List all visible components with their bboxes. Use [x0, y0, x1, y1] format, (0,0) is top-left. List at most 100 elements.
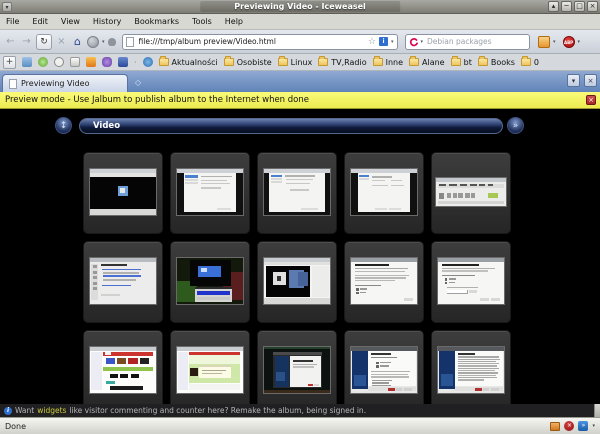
thumbnail-image: [438, 347, 504, 393]
title-bar[interactable]: ▾ Previewing Video - Iceweasel ▴ ─ □ ×: [0, 0, 600, 14]
thumbnail-image: [90, 169, 156, 215]
status-caret-icon[interactable]: ▾: [592, 423, 595, 429]
thumbnail-media-player-logo[interactable]: [83, 152, 163, 234]
extension-circle-icon[interactable]: [87, 36, 99, 48]
thumbnail-image: [351, 347, 417, 393]
search-input[interactable]: [425, 36, 526, 47]
album-up-button[interactable]: ↕: [55, 117, 72, 134]
status-adblock-icon[interactable]: ×: [564, 421, 574, 431]
bookmark-folder-aktualnosci[interactable]: Aktualności: [159, 58, 218, 67]
home-button[interactable]: ⌂: [71, 35, 84, 48]
stop-button[interactable]: ×: [55, 36, 68, 47]
extension-paw-icon[interactable]: [108, 38, 116, 46]
back-button[interactable]: ←: [4, 36, 17, 47]
adblock-caret-icon[interactable]: ▾: [578, 39, 581, 45]
tab-previewing-video[interactable]: Previewing Video: [2, 74, 128, 92]
globe-bookmark-icon[interactable]: [143, 57, 153, 67]
thumbnail-installer-wizard-1[interactable]: [344, 330, 424, 404]
thumbnail-toolbar-window[interactable]: [431, 152, 511, 234]
document-bookmark-icon[interactable]: [70, 57, 80, 67]
bookmark-folder-osobiste[interactable]: Osobiste: [224, 58, 272, 67]
bookmark-folder-linux[interactable]: Linux: [278, 58, 313, 67]
url-bar[interactable]: ☆ i ▾: [122, 34, 398, 50]
status-note-icon[interactable]: [550, 422, 560, 431]
menu-edit[interactable]: Edit: [32, 17, 48, 26]
widgets-link[interactable]: widgets: [37, 406, 66, 415]
tab-bar: Previewing Video ◇ ▾ ×: [0, 71, 600, 92]
menu-bookmarks[interactable]: Bookmarks: [134, 17, 179, 26]
bookmarks-separator: ·: [134, 58, 137, 67]
menu-help[interactable]: Help: [225, 17, 243, 26]
status-extension-icon[interactable]: »: [578, 421, 588, 431]
url-input[interactable]: [137, 36, 365, 47]
search-bar[interactable]: ▾: [405, 34, 531, 50]
menu-history[interactable]: History: [93, 17, 121, 26]
thumbnail-image: [351, 169, 417, 215]
orange-bookmark-icon[interactable]: [86, 57, 96, 67]
tab-page-icon: [9, 79, 17, 89]
thumbnail-cd-player-window[interactable]: [257, 241, 337, 323]
window-menu-icon[interactable]: ▾: [2, 2, 12, 12]
reload-button[interactable]: ↻: [36, 34, 52, 50]
bookmark-folder-0[interactable]: 0: [521, 58, 539, 67]
thumbnail-image: [177, 258, 243, 304]
bookmark-star-icon[interactable]: ☆: [368, 37, 376, 47]
close-tab-button[interactable]: ×: [584, 74, 597, 87]
extension-caret-icon[interactable]: ▾: [102, 39, 105, 45]
thumbnail-settings-dialog-2[interactable]: [257, 152, 337, 234]
album-title-bar: Video: [79, 118, 503, 134]
info-badge-icon[interactable]: i: [379, 37, 388, 46]
menu-view[interactable]: View: [61, 17, 80, 26]
thumbnail-installer-dark-desktop[interactable]: [257, 330, 337, 404]
thumbnail-wizard-options[interactable]: [431, 241, 511, 323]
thumbnail-xine-player-desktop[interactable]: [170, 241, 250, 323]
thumbnail-options-dialog[interactable]: [83, 241, 163, 323]
thumbnail-webstore-page[interactable]: [83, 330, 163, 404]
thumbnail-installer-wizard-2[interactable]: [431, 330, 511, 404]
folder-icon: [373, 58, 383, 66]
minimize-button[interactable]: ─: [561, 1, 572, 12]
thumbnail-image: [438, 258, 504, 304]
thumbnail-webstore-popup-page[interactable]: [170, 330, 250, 404]
scrollbar-corner[interactable]: [594, 404, 600, 417]
purple-bookmark-icon[interactable]: [102, 57, 112, 67]
photo-bookmark-icon[interactable]: [22, 57, 32, 67]
notes-caret-icon[interactable]: ▾: [553, 39, 556, 45]
close-button[interactable]: ×: [587, 1, 598, 12]
debian-swirl-icon[interactable]: [409, 37, 419, 47]
bookmark-folder-tvradio[interactable]: TV,Radio: [318, 58, 366, 67]
menu-file[interactable]: File: [6, 17, 19, 26]
forward-button[interactable]: →: [20, 36, 33, 47]
folder-icon: [278, 58, 288, 66]
green-star-bookmark-icon[interactable]: [38, 57, 48, 67]
promo-text-prefix: Want: [15, 406, 34, 415]
clock-bookmark-icon[interactable]: [54, 57, 64, 67]
maximize-button[interactable]: □: [574, 1, 585, 12]
shade-button[interactable]: ▴: [548, 1, 559, 12]
bookmarks-toolbar: + · Aktualności Osobiste Linux TV,Radio …: [0, 54, 600, 71]
thumbnail-settings-dialog-1[interactable]: [170, 152, 250, 234]
bookmark-folder-alane[interactable]: Alane: [409, 58, 445, 67]
notification-close-button[interactable]: ×: [586, 95, 596, 105]
add-bookmark-button[interactable]: +: [3, 56, 16, 69]
folder-icon: [451, 58, 461, 66]
bookmark-folder-books[interactable]: Books: [478, 58, 515, 67]
album-preview-content: ↕ Video »: [0, 109, 600, 404]
promo-text-suffix: like visitor commenting and counter here…: [69, 406, 366, 415]
album-next-button[interactable]: »: [507, 117, 524, 134]
menu-tools[interactable]: Tools: [192, 17, 212, 26]
adblock-plus-icon[interactable]: ABP: [563, 36, 575, 48]
notes-extension-icon[interactable]: [538, 36, 550, 48]
thumbnail-image: [90, 258, 156, 304]
thumbnail-image: [351, 258, 417, 304]
bookmark-folder-bt[interactable]: bt: [451, 58, 472, 67]
folder-icon: [478, 58, 488, 66]
search-engine-caret-icon[interactable]: ▾: [421, 39, 424, 45]
save-bookmark-icon[interactable]: [118, 57, 128, 67]
thumbnail-settings-dialog-3[interactable]: [344, 152, 424, 234]
url-dropdown-icon[interactable]: ▾: [391, 39, 394, 45]
bookmark-folder-inne[interactable]: Inne: [373, 58, 403, 67]
menu-bar: File Edit View History Bookmarks Tools H…: [0, 14, 600, 30]
tab-list-button[interactable]: ▾: [567, 74, 580, 87]
thumbnail-wizard-welcome[interactable]: [344, 241, 424, 323]
